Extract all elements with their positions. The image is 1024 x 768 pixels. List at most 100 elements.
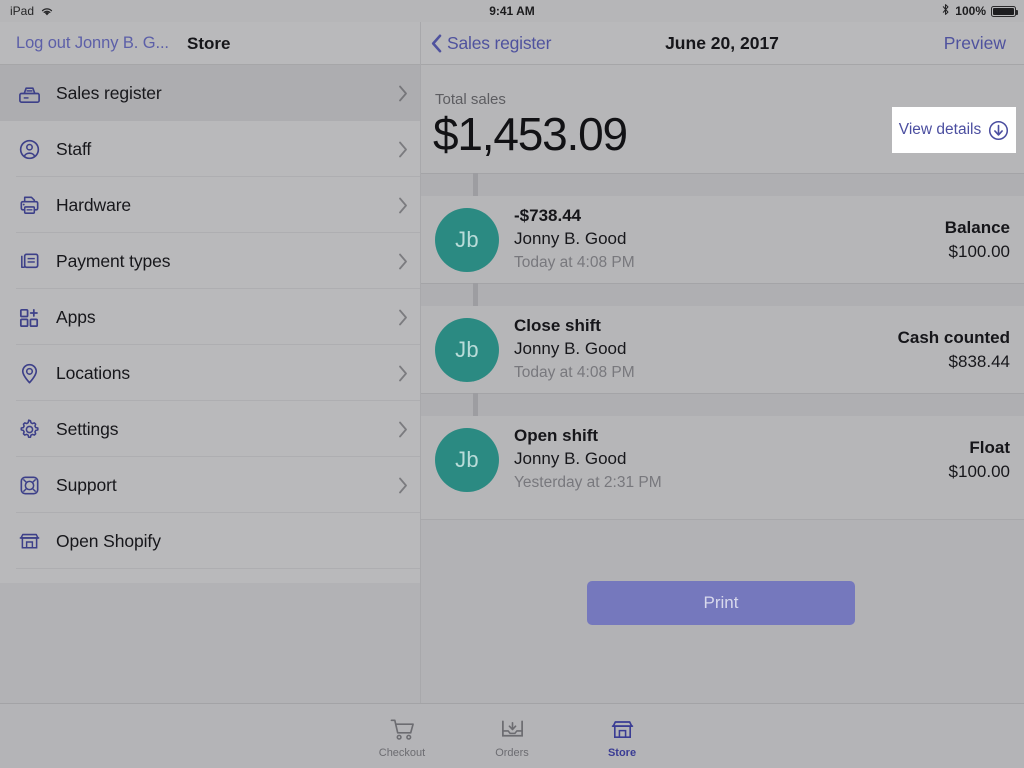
list-gap-hairline — [421, 283, 1024, 284]
app-root: iPad 9:41 AM 100% Log out Jonny B. G... … — [0, 0, 1024, 768]
total-sales-summary: Total sales $1,453.09 View details — [421, 65, 1024, 173]
apps-grid-plus-icon — [16, 304, 42, 330]
status-bar-clock: 9:41 AM — [489, 4, 535, 18]
total-sales-value: $1,453.09 — [433, 108, 628, 160]
transaction-amount-label: Cash counted — [897, 327, 1010, 347]
tab-label: Orders — [495, 747, 529, 759]
sidebar-item-label: Apps — [56, 306, 96, 327]
sidebar-item-label: Sales register — [56, 82, 162, 103]
circle-arrow-down-icon — [988, 120, 1009, 141]
sidebar-divider — [16, 568, 420, 569]
list-gap-1 — [421, 173, 1024, 196]
gear-icon — [16, 416, 42, 442]
chevron-right-icon — [398, 365, 408, 382]
transaction-staff: Jonny B. Good — [514, 449, 627, 468]
transaction-details: Close shift Jonny B. Good Today at 4:08 … — [514, 314, 898, 385]
transaction-amount-value: $100.00 — [948, 461, 1010, 481]
detail-nav-bar: Sales register June 20, 2017 Preview — [420, 22, 1024, 65]
chevron-right-icon — [398, 477, 408, 494]
sidebar-item-label: Staff — [56, 138, 92, 159]
shift-report-panel: Total sales $1,453.09 View details Jb -$… — [421, 65, 1024, 703]
printer-icon — [16, 192, 42, 218]
shopping-cart-icon — [388, 716, 416, 742]
sidebar-item-hardware[interactable]: Hardware — [0, 177, 420, 233]
person-circle-icon — [16, 136, 42, 162]
tab-label: Checkout — [378, 747, 426, 759]
chevron-right-icon — [398, 253, 408, 270]
storefront-icon — [608, 716, 636, 742]
table-row[interactable]: Jb Close shift Jonny B. Good Today at 4:… — [421, 306, 1024, 393]
status-bar-right: 100% — [941, 3, 1018, 19]
transaction-amount-label: Float — [969, 437, 1010, 457]
transaction-amount-label: Balance — [944, 217, 1010, 237]
sidebar-item-settings[interactable]: Settings — [0, 401, 420, 457]
sidebar-item-label: Settings — [56, 418, 119, 439]
logout-button[interactable]: Log out Jonny B. G... — [16, 34, 169, 53]
sidebar-item-sales-register[interactable]: Sales register — [0, 65, 420, 121]
sidebar-item-locations[interactable]: Locations — [0, 345, 420, 401]
map-pin-icon — [16, 360, 42, 386]
page-title: Store — [187, 33, 231, 53]
transaction-title: -$738.44 — [514, 206, 582, 225]
battery-percent-label: 100% — [955, 4, 986, 18]
scroll-tick — [473, 283, 478, 306]
tab-orders[interactable]: Orders — [457, 703, 567, 759]
view-details-label: View details — [898, 121, 982, 138]
sidebar-empty-area — [0, 583, 420, 703]
sidebar-item-apps[interactable]: Apps — [0, 289, 420, 345]
tab-bar: Checkout Orders Store — [0, 703, 1024, 768]
cash-register-icon — [16, 80, 42, 106]
transaction-title: Close shift — [514, 316, 601, 335]
avatar: Jb — [435, 317, 499, 382]
chevron-right-icon — [398, 421, 408, 438]
cards-icon — [16, 248, 42, 274]
list-gap-hairline — [421, 393, 1024, 394]
transaction-amount-value: $838.44 — [948, 351, 1010, 371]
table-row[interactable]: Jb -$738.44 Jonny B. Good Today at 4:08 … — [421, 196, 1024, 283]
preview-button[interactable]: Preview — [944, 33, 1006, 54]
lifebuoy-icon — [16, 472, 42, 498]
sidebar-item-label: Support — [56, 474, 117, 495]
tab-store[interactable]: Store — [567, 703, 677, 759]
list-end-divider — [421, 519, 1024, 520]
chevron-right-icon — [398, 141, 408, 158]
avatar: Jb — [435, 207, 499, 272]
battery-full-icon — [991, 5, 1018, 17]
bluetooth-icon — [941, 3, 950, 19]
sidebar-item-label: Locations — [56, 362, 131, 383]
transaction-time: Today at 4:08 PM — [514, 364, 635, 381]
transaction-staff: Jonny B. Good — [514, 339, 627, 358]
transaction-amounts: Cash counted $838.44 — [898, 326, 1010, 374]
chevron-right-icon — [398, 197, 408, 214]
tab-checkout[interactable]: Checkout — [347, 703, 457, 759]
transaction-amounts: Balance $100.00 — [945, 216, 1010, 264]
nav-date-title: June 20, 2017 — [665, 33, 779, 53]
chevron-right-icon — [398, 309, 408, 326]
inbox-download-icon — [498, 716, 526, 742]
transaction-amounts: Float $100.00 — [949, 436, 1010, 484]
storefront-icon — [16, 528, 42, 554]
total-sales-label: Total sales — [435, 91, 506, 108]
sidebar-item-payment-types[interactable]: Payment types — [0, 233, 420, 289]
scroll-tick — [473, 173, 478, 196]
sidebar-item-label: Payment types — [56, 250, 171, 271]
transaction-amount-value: $100.00 — [948, 241, 1010, 261]
transaction-staff: Jonny B. Good — [514, 229, 627, 248]
sidebar-item-open-shopify[interactable]: Open Shopify — [0, 513, 420, 569]
sidebar-item-label: Hardware — [56, 194, 132, 215]
scroll-tick — [473, 393, 478, 416]
sidebar-item-staff[interactable]: Staff — [0, 121, 420, 177]
avatar: Jb — [435, 427, 499, 492]
list-gap-2 — [421, 283, 1024, 306]
transaction-time: Today at 4:08 PM — [514, 254, 635, 271]
print-button[interactable]: Print — [587, 581, 855, 625]
transaction-time: Yesterday at 2:31 PM — [514, 474, 662, 491]
tab-label: Store — [607, 747, 637, 759]
status-bar: iPad 9:41 AM 100% — [0, 0, 1024, 22]
sidebar-item-support[interactable]: Support — [0, 457, 420, 513]
transaction-title: Open shift — [514, 426, 599, 445]
list-gap-3 — [421, 393, 1024, 416]
view-details-button[interactable]: View details — [892, 107, 1016, 153]
tab-bar-divider — [0, 703, 1024, 704]
table-row[interactable]: Jb Open shift Jonny B. Good Yesterday at… — [421, 416, 1024, 503]
